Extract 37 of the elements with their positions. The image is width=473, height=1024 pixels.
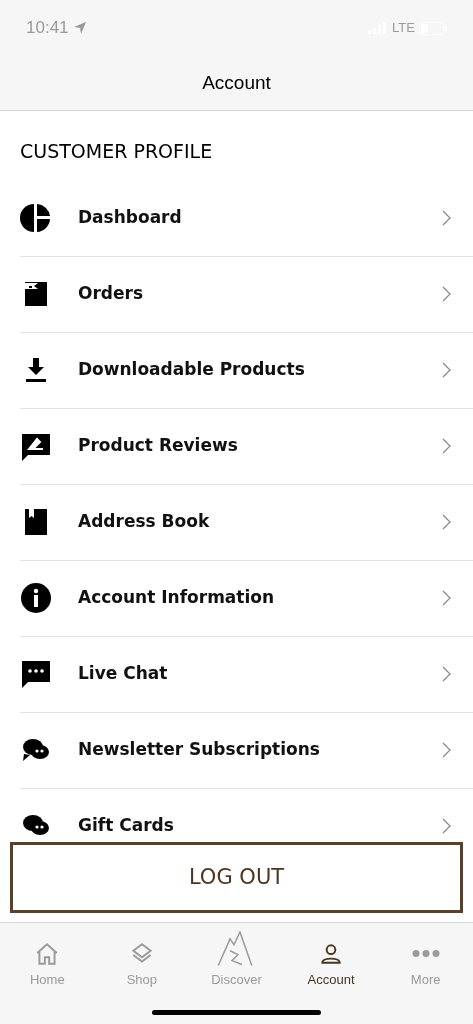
- info-icon: [20, 582, 52, 614]
- chat-icon: [20, 658, 52, 690]
- menu-item[interactable]: Newsletter Subscriptions: [20, 712, 473, 789]
- chevron-right-icon: [441, 590, 451, 606]
- logout-button[interactable]: LOG OUT: [10, 842, 463, 913]
- menu-item[interactable]: Orders: [20, 256, 473, 333]
- chevron-right-icon: [441, 742, 451, 758]
- menu-label: Product Reviews: [78, 434, 239, 458]
- chevron-right-icon: [441, 210, 451, 226]
- menu-label: Address Book: [78, 510, 211, 534]
- tab-item[interactable]: Account: [291, 931, 372, 989]
- menu-label: Dashboard: [78, 206, 183, 230]
- menu-item[interactable]: Dashboard: [20, 180, 473, 257]
- chevron-right-icon: [441, 438, 451, 454]
- chevron-right-icon: [441, 514, 451, 530]
- chevron-right-icon: [441, 818, 451, 834]
- chevron-right-icon: [441, 666, 451, 682]
- menu-item[interactable]: Address Book: [20, 484, 473, 561]
- pie-chart-icon: [20, 202, 52, 234]
- menu-label: Downloadable Products: [78, 358, 306, 382]
- menu-label: Orders: [78, 282, 145, 306]
- more-icon: [410, 950, 441, 957]
- section-title: CUSTOMER PROFILE: [20, 139, 214, 164]
- header-title: Account: [202, 70, 271, 95]
- menu-item[interactable]: Live Chat: [20, 636, 473, 713]
- menu-label: Live Chat: [78, 662, 169, 686]
- menu-label: Newsletter Subscriptions: [78, 738, 321, 762]
- menu-item[interactable]: Downloadable Products: [20, 332, 473, 409]
- network-label: LTE: [392, 19, 415, 38]
- menu-label: Gift Cards: [78, 814, 175, 838]
- menu-item[interactable]: Account Information: [20, 560, 473, 637]
- menu-label: Account Information: [78, 586, 276, 610]
- menu-item[interactable]: Product Reviews: [20, 408, 473, 485]
- chevron-right-icon: [441, 362, 451, 378]
- location-arrow-icon: [72, 21, 87, 35]
- chevron-right-icon: [441, 286, 451, 302]
- status-time: 10:41: [26, 17, 69, 40]
